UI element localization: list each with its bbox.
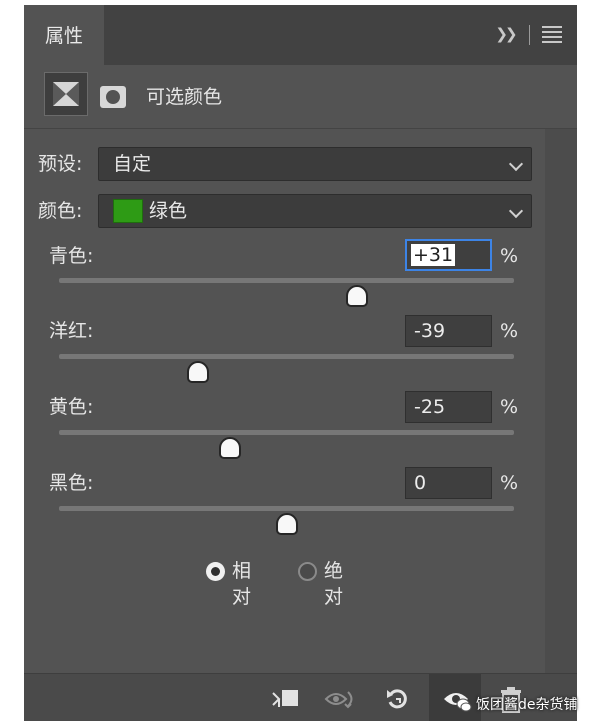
magenta-slider-track[interactable]	[59, 354, 514, 359]
colors-dropdown[interactable]: 绿色	[98, 194, 532, 228]
black-slider-thumb[interactable]	[275, 513, 298, 535]
panel-menu-icon[interactable]	[542, 26, 564, 44]
reset-icon[interactable]	[385, 686, 411, 712]
yellow-slider-track[interactable]	[59, 430, 514, 435]
magenta-value-input[interactable]: -39	[405, 315, 492, 347]
relative-radio[interactable]	[206, 562, 225, 581]
cyan-slider-thumb[interactable]	[346, 285, 369, 307]
panel-scrollbar[interactable]	[545, 129, 577, 674]
preset-label: 预设:	[38, 153, 83, 175]
chevron-down-icon	[508, 203, 524, 219]
color-swatch	[113, 199, 143, 223]
magenta-label: 洋红:	[49, 320, 94, 342]
preset-value: 自定	[113, 153, 152, 175]
black-label: 黑色:	[49, 472, 94, 494]
header-divider	[24, 128, 577, 129]
collapse-panel-icon[interactable]: ❯❯	[492, 21, 518, 47]
properties-panel: 属性 ❯❯ 可选颜色 预设: 自定 颜色: 绿色 青色: +31 % 洋红: -…	[24, 5, 577, 721]
tabbar-divider	[529, 25, 530, 45]
clip-to-layer-icon[interactable]	[270, 686, 298, 712]
selective-color-adjustment-icon[interactable]	[44, 72, 88, 116]
layer-mask-icon[interactable]	[100, 86, 126, 108]
chevron-down-icon	[508, 156, 524, 172]
yellow-percent-label: %	[500, 396, 519, 418]
cyan-label: 青色:	[49, 245, 94, 267]
black-percent-label: %	[500, 472, 519, 494]
cyan-value-input[interactable]: +31	[405, 239, 492, 271]
yellow-label: 黄色:	[49, 396, 94, 418]
black-value-input[interactable]: 0	[405, 467, 492, 499]
cyan-percent-label: %	[500, 245, 519, 267]
colors-value: 绿色	[149, 200, 188, 222]
yellow-slider-thumb[interactable]	[218, 437, 241, 459]
view-previous-state-icon[interactable]	[324, 686, 353, 712]
absolute-label[interactable]: 绝对	[324, 558, 343, 610]
magenta-percent-label: %	[500, 320, 519, 342]
colors-label: 颜色:	[38, 200, 83, 222]
yellow-value-input[interactable]: -25	[405, 391, 492, 423]
relative-label[interactable]: 相对	[232, 558, 251, 610]
cyan-slider-track[interactable]	[59, 278, 514, 283]
panel-tabbar: 属性 ❯❯	[24, 5, 577, 67]
tab-properties[interactable]: 属性	[24, 5, 104, 67]
absolute-radio[interactable]	[298, 562, 317, 581]
wechat-icon	[456, 698, 472, 712]
black-slider-track[interactable]	[59, 506, 514, 511]
adjustment-title: 可选颜色	[146, 86, 223, 108]
cyan-value-text: +31	[411, 244, 456, 266]
magenta-slider-thumb[interactable]	[186, 361, 209, 383]
preset-dropdown[interactable]: 自定	[98, 147, 532, 181]
watermark-text: 饭团酱de杂货铺	[476, 697, 578, 713]
